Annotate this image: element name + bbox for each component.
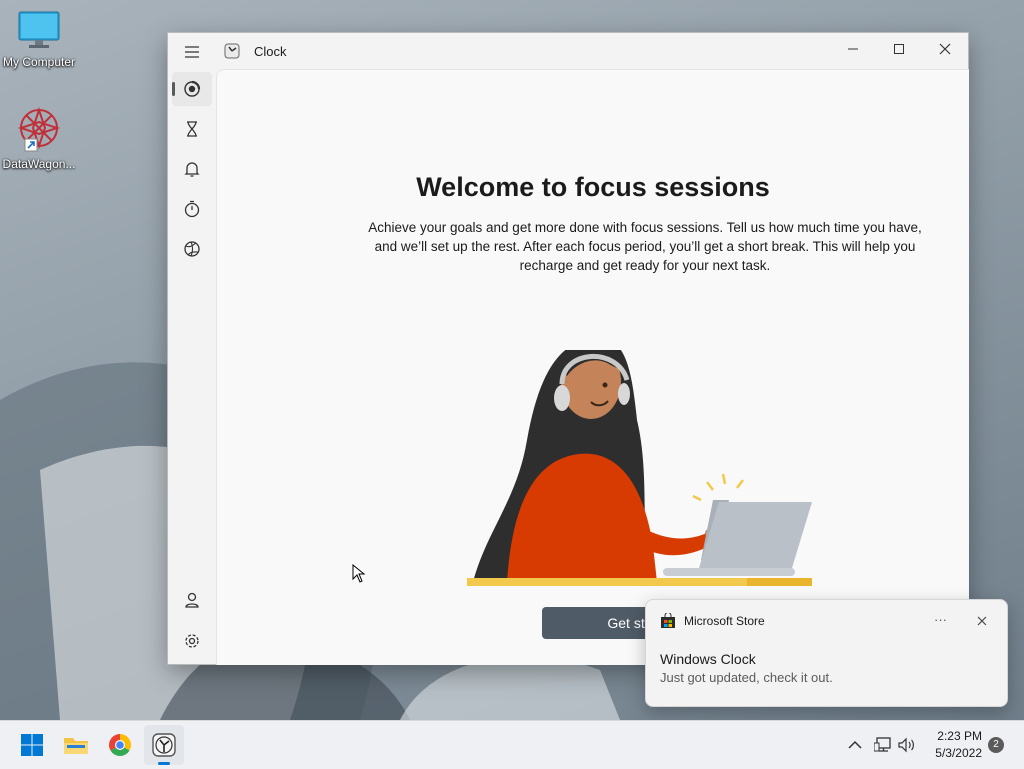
minimize-button[interactable] [830, 33, 876, 65]
taskbar-time[interactable]: 2:23 PM [920, 729, 982, 743]
nav-settings[interactable] [172, 624, 212, 658]
timer-icon [187, 121, 197, 137]
world-clock-icon [184, 241, 200, 257]
focus-sessions-page: Welcome to focus sessions Achieve your g… [216, 69, 969, 665]
desktop-icon-my-computer[interactable]: My Computer [1, 10, 77, 69]
nav-stopwatch[interactable] [172, 192, 212, 226]
network-icon[interactable] [874, 737, 892, 753]
maximize-button[interactable] [876, 33, 922, 65]
taskbar-date[interactable]: 5/3/2022 [920, 746, 982, 760]
microsoft-store-icon [661, 613, 675, 628]
monitor-icon [18, 11, 60, 48]
volume-icon[interactable] [898, 737, 916, 753]
woman-with-laptop-illustration [467, 350, 812, 586]
title-bar[interactable]: Clock [168, 33, 968, 69]
desktop-icon-label: My Computer [2, 55, 76, 69]
page-title: Welcome to focus sessions [416, 172, 770, 202]
folder-icon [64, 738, 88, 754]
gear-icon [185, 634, 199, 648]
dismiss-notification-icon[interactable] [976, 615, 988, 627]
taskbar: 2:23 PM 5/3/2022 2 [0, 720, 1024, 769]
nav-timer[interactable] [172, 112, 212, 146]
toast-app-name: Microsoft Store [684, 614, 765, 628]
clock-app-icon [224, 43, 240, 59]
navigation-rail [168, 33, 216, 664]
stopwatch-icon [184, 200, 200, 218]
notification-count-badge[interactable]: 2 [988, 737, 1004, 753]
nav-alarm[interactable] [172, 152, 212, 186]
clock-taskbar-button[interactable] [144, 725, 184, 765]
desktop-icon-label: DataWagon... [2, 157, 76, 171]
more-options-button[interactable]: ··· [934, 612, 947, 627]
alarm-icon [184, 162, 200, 177]
nav-world-clock[interactable] [172, 232, 212, 266]
chrome-icon [109, 734, 131, 756]
close-icon [939, 43, 951, 55]
selection-indicator [172, 82, 175, 96]
chrome-button[interactable] [100, 725, 140, 765]
window-title: Clock [254, 44, 287, 59]
person-icon [185, 592, 199, 608]
nav-focus-sessions[interactable] [172, 72, 212, 106]
datawagon-shortcut-icon [17, 106, 61, 152]
nav-account[interactable] [172, 583, 212, 617]
toast-title: Windows Clock [660, 651, 756, 667]
active-app-indicator [158, 762, 170, 765]
start-button[interactable] [12, 725, 52, 765]
windows-logo-icon [21, 734, 43, 756]
page-description: Achieve your goals and get more done wit… [368, 220, 922, 273]
notification-toast[interactable]: Microsoft Store ··· Windows Clock Just g… [645, 599, 1008, 707]
minimize-icon [848, 48, 858, 50]
focus-sessions-icon [184, 80, 201, 97]
mouse-cursor-icon [352, 564, 366, 583]
close-button[interactable] [922, 33, 968, 65]
maximize-icon [894, 44, 904, 54]
desktop-icon-datawagon[interactable]: DataWagon... [1, 106, 77, 171]
clock-window: Clock Welcome to focus sessions Achieve … [168, 33, 969, 665]
chevron-up-icon[interactable] [848, 740, 862, 750]
file-explorer-button[interactable] [56, 725, 96, 765]
toast-body: Just got updated, check it out. [660, 670, 833, 685]
clock-app-icon [152, 733, 176, 757]
